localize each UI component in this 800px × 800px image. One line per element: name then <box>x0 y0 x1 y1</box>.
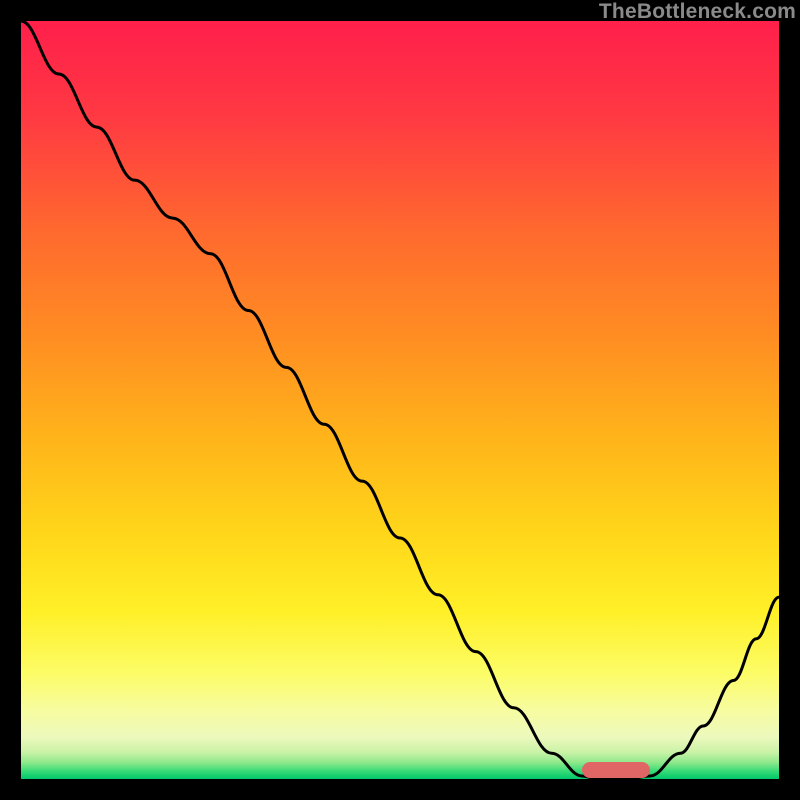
bottleneck-curve <box>21 21 779 779</box>
optimal-range-marker <box>582 762 650 778</box>
watermark-text: TheBottleneck.com <box>599 0 796 24</box>
curve-layer <box>21 21 779 779</box>
plot-area <box>21 21 779 779</box>
bottleneck-chart: TheBottleneck.com <box>0 0 800 800</box>
